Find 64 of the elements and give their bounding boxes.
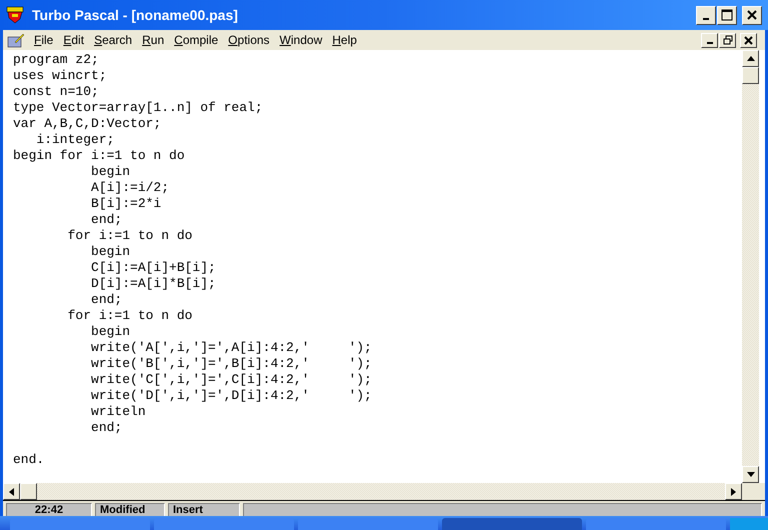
minimize-button[interactable] xyxy=(696,6,716,24)
code-line: begin for i:=1 to n do xyxy=(13,148,186,164)
close-button[interactable] xyxy=(740,32,757,48)
menu-item[interactable]: Search xyxy=(89,33,138,47)
minimize-button[interactable] xyxy=(701,32,718,48)
app-icon xyxy=(6,6,24,24)
scroll-down-button[interactable] xyxy=(742,466,759,483)
code-line: end; xyxy=(90,292,124,308)
vertical-scrollbar[interactable] xyxy=(742,50,759,483)
up-arrow-icon xyxy=(746,56,754,61)
down-arrow-icon xyxy=(746,472,754,477)
code-line: writeln xyxy=(90,404,147,420)
menu-item[interactable]: File xyxy=(29,33,58,47)
restore-button[interactable] xyxy=(719,32,736,48)
code-line: const n=10; xyxy=(13,84,100,100)
code-line: end; xyxy=(90,420,124,436)
close-icon xyxy=(744,36,753,44)
horizontal-scrollbar[interactable] xyxy=(3,483,742,500)
close-button[interactable] xyxy=(742,6,762,24)
menu-item[interactable]: Window xyxy=(274,33,328,47)
menu-item[interactable]: Compile xyxy=(169,33,224,47)
insert-mode-indicator: Insert xyxy=(168,503,240,516)
window-title: Turbo Pascal - [noname00.pas] xyxy=(32,7,239,23)
cursor-position: 22:42 xyxy=(6,503,92,516)
menu-item[interactable]: Run xyxy=(137,33,170,47)
code-line: write('A[',i,']=',A[i]:4:2,' '); xyxy=(90,340,373,356)
code-line: D[i]:=A[i]*B[i]; xyxy=(90,276,217,292)
code-line: C[i]:=A[i]+B[i]; xyxy=(90,260,217,276)
document-pencil-icon xyxy=(7,32,25,48)
code-line: for i:=1 to n do xyxy=(66,308,194,324)
maximize-button[interactable] xyxy=(717,6,737,24)
minimize-icon xyxy=(706,42,712,44)
maximize-icon xyxy=(721,9,733,21)
minimize-icon xyxy=(703,18,709,20)
menu-item[interactable]: Edit xyxy=(58,33,90,47)
scroll-up-button[interactable] xyxy=(742,50,759,67)
code-line: for i:=1 to n do xyxy=(66,228,194,244)
scroll-left-button[interactable] xyxy=(3,483,20,500)
code-line: program z2; xyxy=(13,52,100,68)
right-arrow-icon xyxy=(731,488,736,496)
menu-item[interactable]: Help xyxy=(327,33,362,47)
code-line: write('C[',i,']=',C[i]:4:2,' '); xyxy=(90,372,373,388)
restore-icon xyxy=(722,35,732,45)
code-line: type Vector=array[1..n] of real; xyxy=(13,100,264,116)
code-line: begin xyxy=(90,164,132,180)
left-arrow-icon xyxy=(9,488,14,496)
close-icon xyxy=(747,10,757,20)
code-line: i:integer; xyxy=(35,132,116,148)
scroll-right-button[interactable] xyxy=(725,483,742,500)
scroll-thumb[interactable] xyxy=(20,483,37,500)
code-line: var A,B,C,D:Vector; xyxy=(13,116,162,132)
code-line: begin xyxy=(90,244,132,260)
code-line: A[i]:=i/2; xyxy=(90,180,170,196)
system-tray xyxy=(730,518,768,530)
code-line: write('B[',i,']=',B[i]:4:2,' '); xyxy=(90,356,373,372)
menu-item[interactable]: Options xyxy=(223,33,275,47)
scroll-thumb[interactable] xyxy=(742,67,759,84)
code-line: B[i]:=2*i xyxy=(90,196,162,212)
code-line: begin xyxy=(90,324,132,340)
code-line: uses wincrt; xyxy=(13,68,108,84)
modified-indicator: Modified xyxy=(95,503,165,516)
code-line: end. xyxy=(13,452,46,468)
code-line: end; xyxy=(90,212,124,228)
code-line: write('D[',i,']=',D[i]:4:2,' '); xyxy=(90,388,373,404)
